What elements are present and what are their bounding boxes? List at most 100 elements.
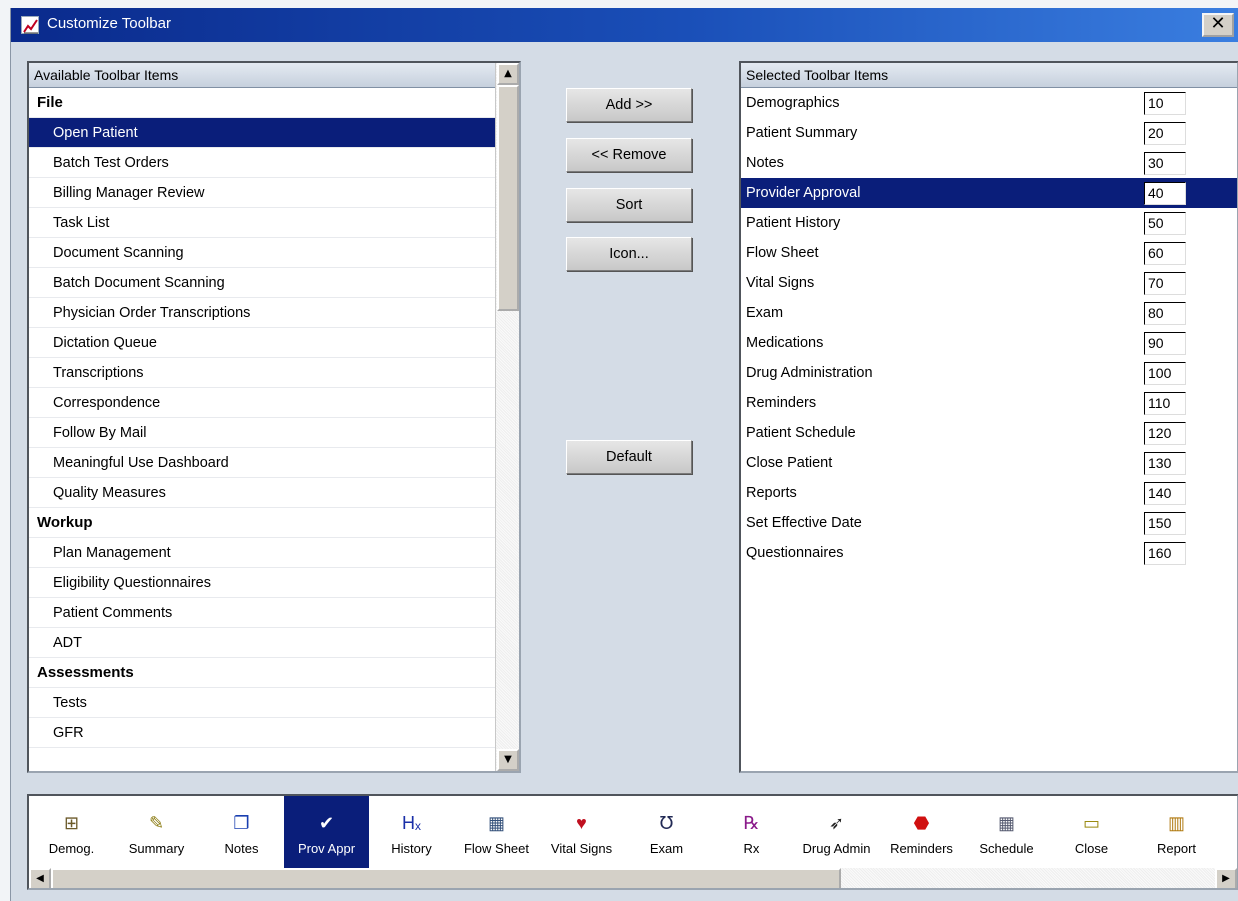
available-items-list[interactable]: Available Toolbar Items File Open Patient…: [27, 61, 521, 773]
list-item[interactable]: ADT: [29, 628, 495, 658]
available-items-header: Available Toolbar Items: [29, 63, 519, 88]
list-item[interactable]: Eligibility Questionnaires: [29, 568, 495, 598]
scroll-thumb[interactable]: [51, 868, 841, 888]
list-item[interactable]: GFR: [29, 718, 495, 748]
order-input[interactable]: 20: [1144, 122, 1186, 145]
list-item[interactable]: Physician Order Transcriptions: [29, 298, 495, 328]
selected-item-label: Provider Approval: [746, 185, 861, 201]
scroll-down-icon[interactable]: ▼: [497, 749, 519, 771]
toolbar-preview-item[interactable]: ⬣ Reminders: [879, 796, 964, 868]
add-button[interactable]: Add >>: [566, 88, 692, 122]
group-header: File: [29, 88, 495, 118]
scroll-up-icon[interactable]: ▲: [497, 63, 519, 85]
selected-item-row[interactable]: Reminders 110: [741, 388, 1237, 418]
title-bar[interactable]: Customize Toolbar ✕: [11, 8, 1238, 42]
order-input[interactable]: 40: [1144, 182, 1186, 205]
syringe-icon: ➶: [828, 813, 845, 833]
order-input[interactable]: 150: [1144, 512, 1186, 535]
list-item[interactable]: Tests: [29, 688, 495, 718]
order-input[interactable]: 70: [1144, 272, 1186, 295]
toolbar-item-label: Summary: [128, 841, 185, 856]
list-item[interactable]: Batch Test Orders: [29, 148, 495, 178]
selected-item-row[interactable]: Provider Approval 40: [741, 178, 1237, 208]
toolbar-preview-item[interactable]: ℧ Exam: [624, 796, 709, 868]
order-input[interactable]: 110: [1144, 392, 1186, 415]
selected-item-row[interactable]: Flow Sheet 60: [741, 238, 1237, 268]
selected-item-row[interactable]: Patient Summary 20: [741, 118, 1237, 148]
dialog-title: Customize Toolbar: [47, 15, 171, 32]
order-input[interactable]: 30: [1144, 152, 1186, 175]
list-item[interactable]: Dictation Queue: [29, 328, 495, 358]
selected-item-row[interactable]: Questionnaires 160: [741, 538, 1237, 568]
selected-item-row[interactable]: Set Effective Date 150: [741, 508, 1237, 538]
sort-button[interactable]: Sort: [566, 188, 692, 222]
list-item[interactable]: Quality Measures: [29, 478, 495, 508]
toolbar-item-label: Exam: [649, 841, 684, 856]
toolbar-preview-item[interactable]: ℞ Rx: [709, 796, 794, 868]
toolbar-preview-item[interactable]: ▦ Flow Sheet: [454, 796, 539, 868]
toolbar-preview-item[interactable]: ▥ Report: [1134, 796, 1219, 868]
list-item[interactable]: Meaningful Use Dashboard: [29, 448, 495, 478]
toolbar-preview-item[interactable]: ✎ Summary: [114, 796, 199, 868]
group-header: Assessments: [29, 658, 495, 688]
toolbar-preview-item[interactable]: ⊞ Demog.: [29, 796, 114, 868]
order-input[interactable]: 140: [1144, 482, 1186, 505]
list-item[interactable]: Task List: [29, 208, 495, 238]
available-list-scrollbar[interactable]: ▲ ▼: [495, 63, 519, 771]
list-item[interactable]: Plan Management: [29, 538, 495, 568]
order-input[interactable]: 10: [1144, 92, 1186, 115]
order-input[interactable]: 130: [1144, 452, 1186, 475]
selected-item-label: Vital Signs: [746, 275, 815, 291]
selected-item-label: Notes: [746, 155, 784, 171]
default-button[interactable]: Default: [566, 440, 692, 474]
scroll-thumb[interactable]: [497, 85, 519, 311]
order-input[interactable]: 50: [1144, 212, 1186, 235]
order-input[interactable]: 100: [1144, 362, 1186, 385]
selected-item-row[interactable]: Drug Administration 100: [741, 358, 1237, 388]
notes-icon: ❐: [233, 813, 250, 833]
rx-icon: ℞: [743, 813, 760, 833]
list-item[interactable]: Patient Comments: [29, 598, 495, 628]
selected-item-row[interactable]: Reports 140: [741, 478, 1237, 508]
order-input[interactable]: 120: [1144, 422, 1186, 445]
list-item[interactable]: Batch Document Scanning: [29, 268, 495, 298]
order-input[interactable]: 90: [1144, 332, 1186, 355]
toolbar-preview-item[interactable]: Hₓ History: [369, 796, 454, 868]
toolbar-preview-item[interactable]: ♥ Vital Signs: [539, 796, 624, 868]
order-input[interactable]: 160: [1144, 542, 1186, 565]
selected-item-row[interactable]: Medications 90: [741, 328, 1237, 358]
selected-item-row[interactable]: Notes 30: [741, 148, 1237, 178]
order-input[interactable]: 80: [1144, 302, 1186, 325]
toolbar-preview-item[interactable]: ➶ Drug Admin: [794, 796, 879, 868]
selected-item-label: Drug Administration: [746, 365, 873, 381]
list-item[interactable]: Correspondence: [29, 388, 495, 418]
toolbar-preview-item[interactable]: ▦ Schedule: [964, 796, 1049, 868]
icon-button[interactable]: Icon...: [566, 237, 692, 271]
toolbar-preview-item[interactable]: ✔ Prov Appr: [284, 796, 369, 868]
selected-item-row[interactable]: Demographics 10: [741, 88, 1237, 118]
list-item[interactable]: Transcriptions: [29, 358, 495, 388]
toolbar-item-label: Drug Admin: [802, 841, 871, 856]
close-button[interactable]: ✕: [1202, 13, 1234, 37]
toolbar-preview-scrollbar[interactable]: ◀ ▶: [29, 868, 1237, 888]
list-item[interactable]: Document Scanning: [29, 238, 495, 268]
scroll-right-icon[interactable]: ▶: [1215, 868, 1237, 888]
selected-item-row[interactable]: Close Patient 130: [741, 448, 1237, 478]
selected-item-label: Close Patient: [746, 455, 833, 471]
selected-item-row[interactable]: Exam 80: [741, 298, 1237, 328]
list-item[interactable]: Open Patient: [29, 118, 495, 148]
toolbar-preview-item[interactable]: ❐ Notes: [199, 796, 284, 868]
remove-button[interactable]: << Remove: [566, 138, 692, 172]
calendar-icon: ▦: [997, 813, 1015, 833]
list-item[interactable]: Follow By Mail: [29, 418, 495, 448]
selected-item-label: Reports: [746, 485, 797, 501]
selected-item-row[interactable]: Patient Schedule 120: [741, 418, 1237, 448]
selected-item-row[interactable]: Patient History 50: [741, 208, 1237, 238]
selected-items-list[interactable]: Selected Toolbar Items Demographics 10 Pat…: [739, 61, 1238, 773]
scroll-left-icon[interactable]: ◀: [29, 868, 51, 888]
order-input[interactable]: 60: [1144, 242, 1186, 265]
selected-item-row[interactable]: Vital Signs 70: [741, 268, 1237, 298]
toolbar-preview-item[interactable]: ▭ Close: [1049, 796, 1134, 868]
toolbar-item-label: Flow Sheet: [463, 841, 530, 856]
list-item[interactable]: Billing Manager Review: [29, 178, 495, 208]
